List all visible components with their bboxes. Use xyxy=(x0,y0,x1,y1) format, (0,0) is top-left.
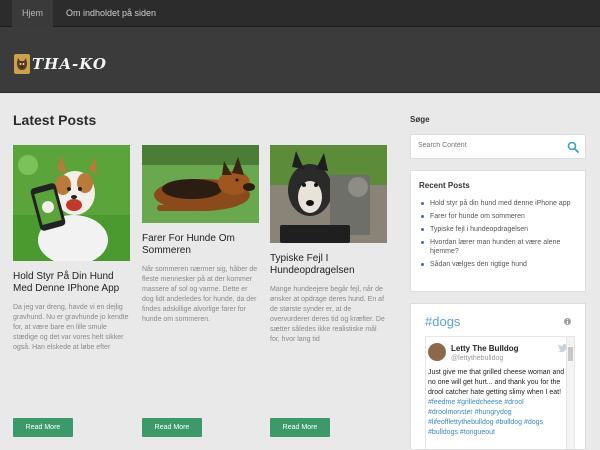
search-icon[interactable] xyxy=(567,141,579,153)
recent-post-link[interactable]: Typiske fejl i hundeopdragelsen xyxy=(421,225,579,234)
tweet-author-name[interactable]: Letty The Bulldog xyxy=(451,344,519,353)
post-title[interactable]: Typiske Fejl I Hundeopdragelsen xyxy=(270,253,387,277)
post-excerpt: Mange hundeejere begår fejl, når de ønsk… xyxy=(270,286,385,343)
search-widget-title: Søge xyxy=(410,115,430,124)
tweet-hashtags[interactable]: #feedme #grilledcheese #drool #droolmons… xyxy=(428,399,543,436)
latest-posts-heading: Latest Posts xyxy=(13,112,97,128)
twitter-widget: #dogs Letty The Bulldog @lettythebulldog… xyxy=(410,303,586,450)
post-excerpt: Da jeg var dreng, havde vi en dejlig gra… xyxy=(13,304,129,351)
post-card: Typiske Fejl I Hundeopdragelsen Mange hu… xyxy=(270,145,387,345)
recent-posts-list: Hold styr på din hund med denne iPhone a… xyxy=(421,199,579,273)
recent-posts-widget: Recent Posts Hold styr på din hund med d… xyxy=(410,170,586,292)
nav-item-home[interactable]: Hjem xyxy=(12,0,54,27)
read-more-button[interactable]: Read More xyxy=(13,418,73,437)
search-input[interactable] xyxy=(418,142,558,149)
nav-item-about[interactable]: Om indholdet på siden xyxy=(56,0,166,27)
post-excerpt: Når sommeren nærmer sig, håber de fleste… xyxy=(142,266,258,323)
site-logo[interactable]: THA-KO xyxy=(14,54,107,74)
site-header: THA-KO xyxy=(0,27,600,93)
avatar[interactable] xyxy=(428,343,446,361)
read-more-button[interactable]: Read More xyxy=(270,418,330,437)
top-nav: Hjem Om indholdet på siden xyxy=(0,0,600,27)
recent-post-link[interactable]: Hvordan lærer man hunden at være alene h… xyxy=(421,238,579,256)
recent-post-link[interactable]: Hold styr på din hund med denne iPhone a… xyxy=(421,199,579,208)
post-image-dog-selfie[interactable] xyxy=(13,145,130,261)
post-image-german-shepherd[interactable] xyxy=(142,145,259,223)
dog-logo-icon xyxy=(14,54,30,74)
post-title[interactable]: Farer For Hunde Om Sommeren xyxy=(142,233,259,257)
tweet: Letty The Bulldog @lettythebulldog Just … xyxy=(425,336,575,449)
tweet-text: Just give me that grilled cheese woman a… xyxy=(428,368,566,438)
post-image-dog-statue[interactable] xyxy=(270,145,387,243)
post-title[interactable]: Hold Styr På Din Hund Med Denne IPhone A… xyxy=(13,271,130,295)
recent-posts-title: Recent Posts xyxy=(419,181,470,190)
info-icon[interactable] xyxy=(564,318,571,325)
post-card: Hold Styr På Din Hund Med Denne IPhone A… xyxy=(13,145,130,353)
logo-text: THA-KO xyxy=(32,55,107,73)
tweet-body: Just give me that grilled cheese woman a… xyxy=(428,369,565,396)
search-box xyxy=(410,134,586,159)
recent-post-link[interactable]: Sådan vælges den rigtige hund xyxy=(421,260,579,269)
recent-post-link[interactable]: Farer for hunde om sommeren xyxy=(421,212,579,221)
twitter-hashtag-title[interactable]: #dogs xyxy=(425,314,460,329)
tweet-author-handle[interactable]: @lettythebulldog xyxy=(451,355,503,362)
read-more-button[interactable]: Read More xyxy=(142,418,202,437)
scrollbar[interactable] xyxy=(566,337,574,449)
scrollbar-thumb[interactable] xyxy=(568,347,573,361)
post-card: Farer For Hunde Om Sommeren Når sommeren… xyxy=(142,145,259,325)
